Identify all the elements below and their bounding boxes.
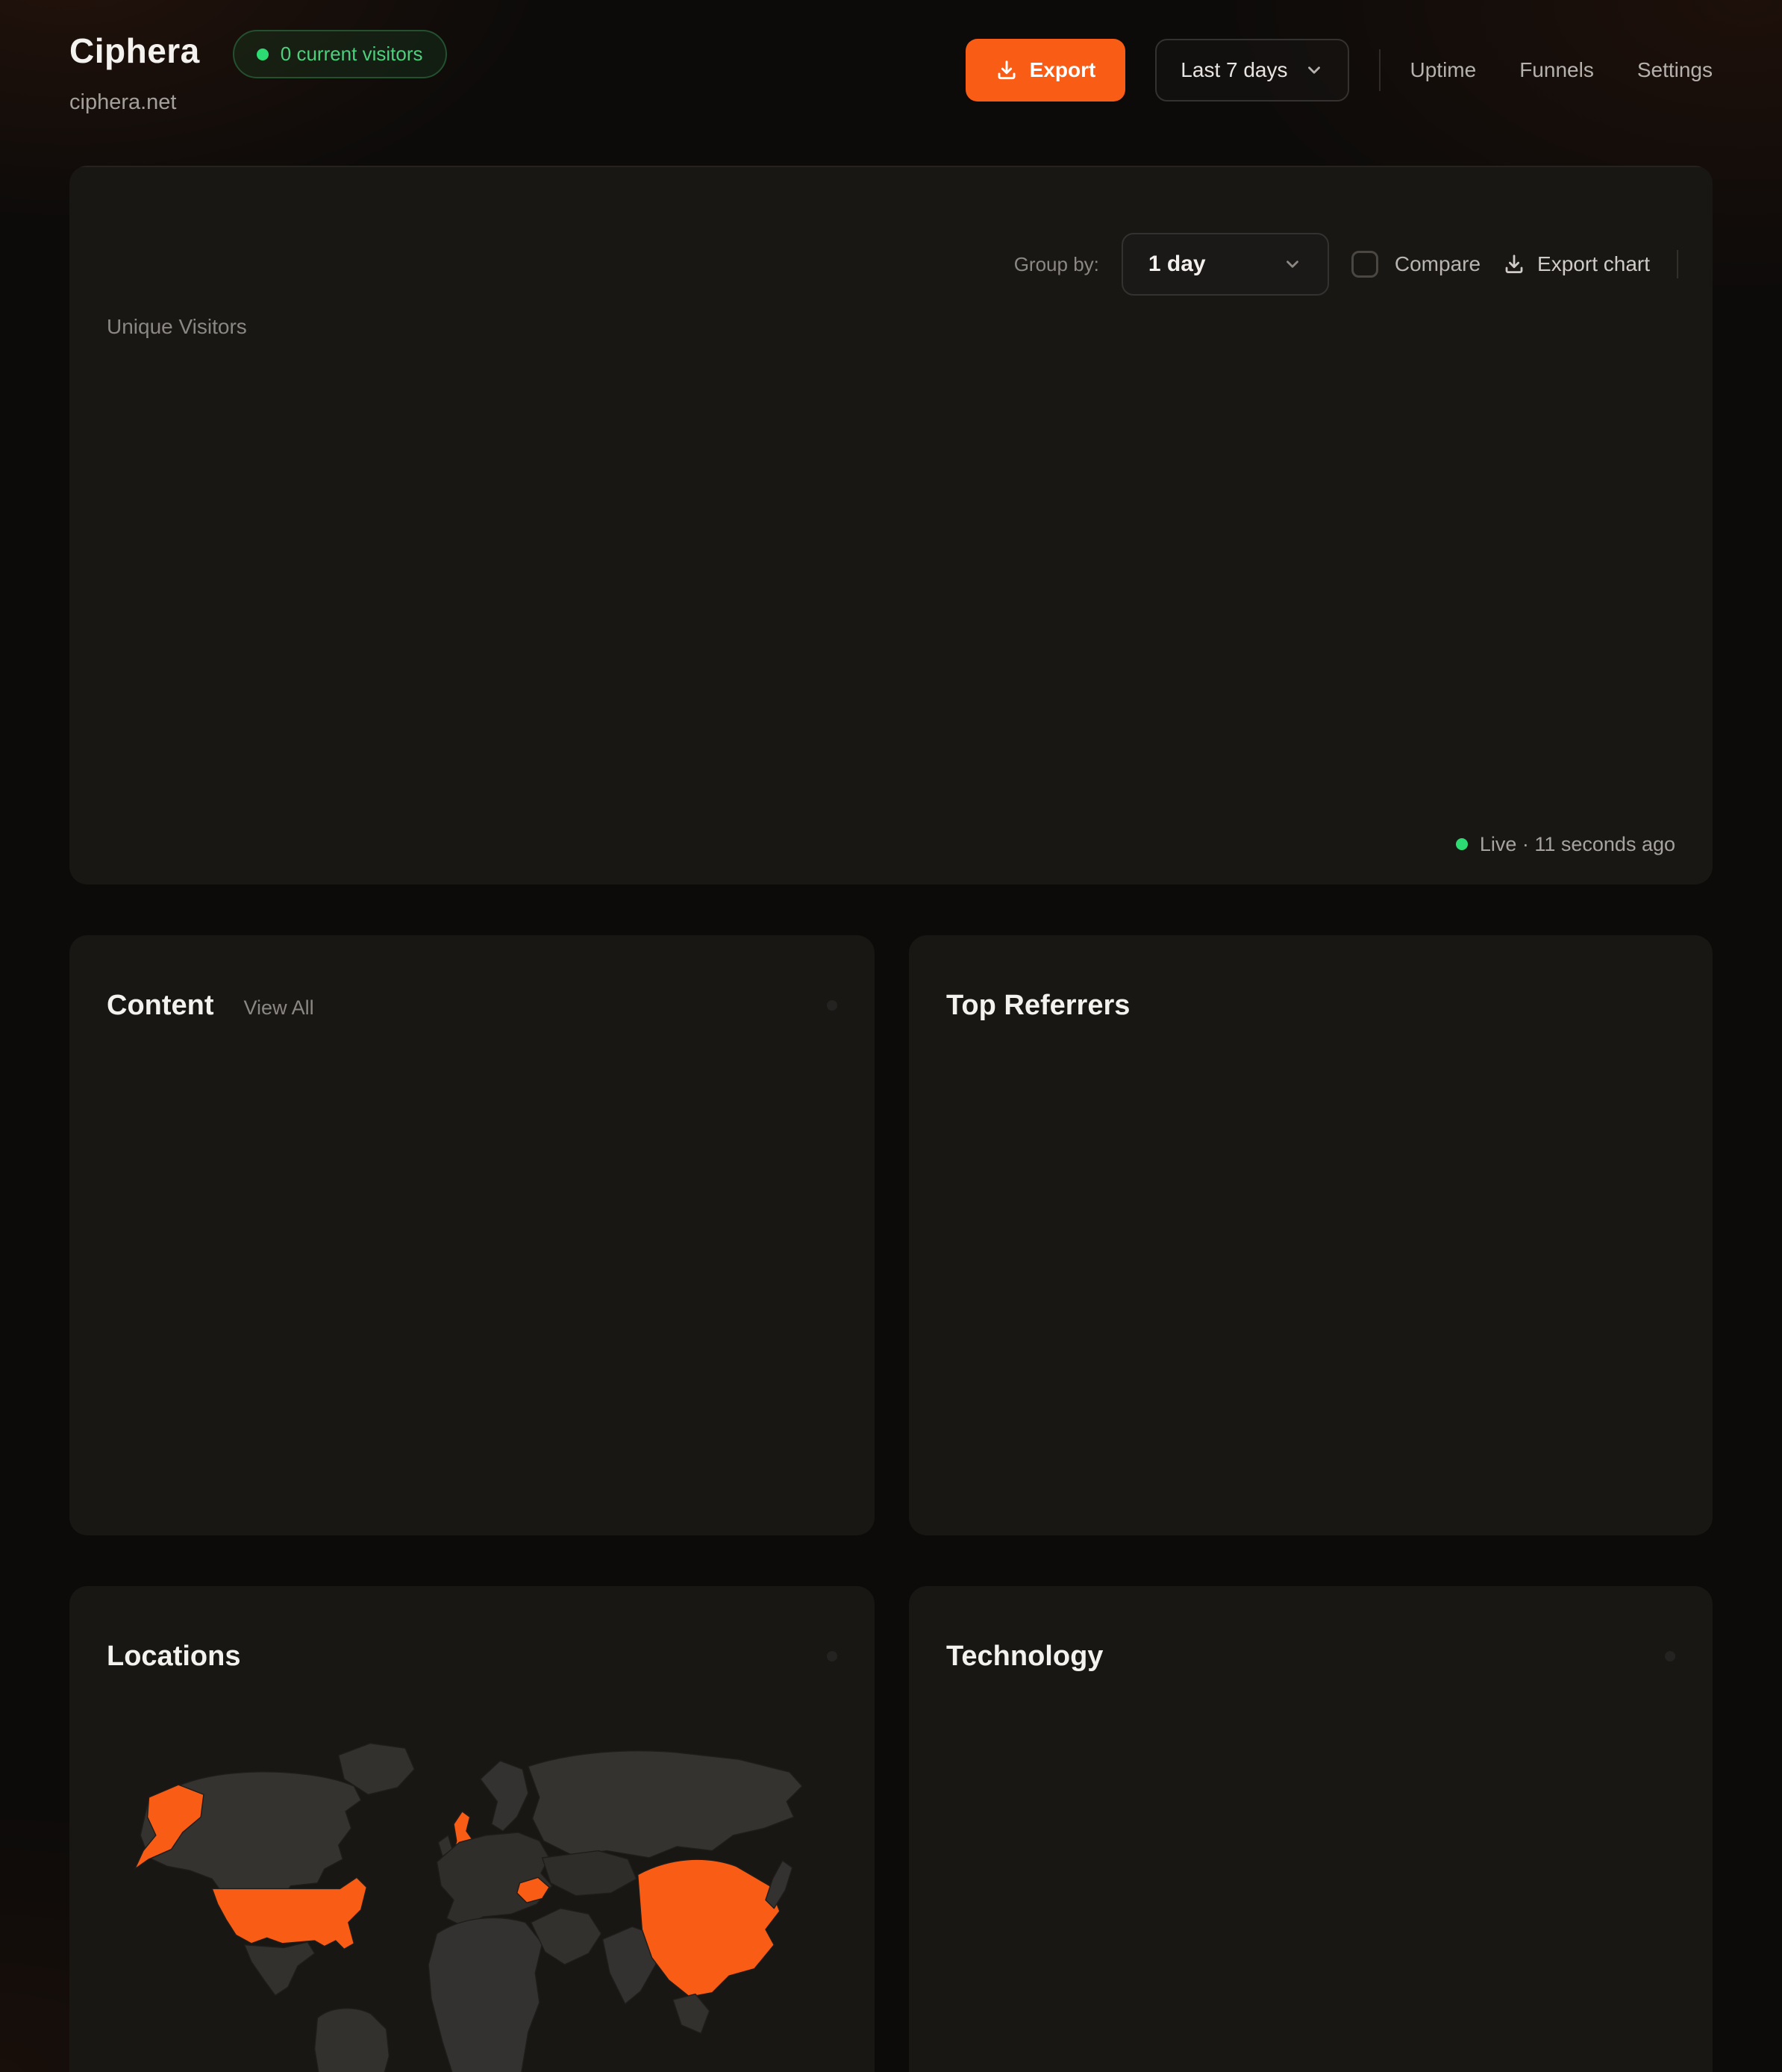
map-middle-east xyxy=(531,1909,601,1965)
current-visitors-badge[interactable]: 0 current visitors xyxy=(233,30,447,78)
download-icon xyxy=(1503,253,1525,275)
unique-visitors-chart[interactable] xyxy=(86,340,1696,818)
map-south-america xyxy=(315,2009,390,2072)
content-panel: Content View All xyxy=(69,935,875,1535)
live-dot-icon xyxy=(257,49,269,60)
world-map-svg[interactable] xyxy=(107,1711,837,2072)
current-visitors-label: 0 current visitors xyxy=(281,43,423,66)
compare-label[interactable]: Compare xyxy=(1395,252,1481,276)
brand-block: Ciphera 0 current visitors ciphera.net xyxy=(69,22,447,115)
content-title: Content xyxy=(107,990,214,1022)
export-chart-label: Export chart xyxy=(1537,252,1650,276)
technology-panel: Technology xyxy=(909,1586,1713,2072)
site-domain: ciphera.net xyxy=(69,90,447,115)
chart-series-title: Unique Visitors xyxy=(107,315,1713,340)
group-by-select[interactable]: 1 day xyxy=(1122,233,1329,296)
locations-title: Locations xyxy=(107,1641,240,1673)
nav-item[interactable]: Funnels xyxy=(1519,58,1594,82)
chevron-down-icon xyxy=(1304,60,1324,80)
nav-item[interactable]: Settings xyxy=(1637,58,1713,82)
chevron-down-icon xyxy=(1283,255,1302,274)
app-title: Ciphera xyxy=(69,31,200,71)
chart-controls: Group by: 1 day Compare Export chart xyxy=(69,233,1713,296)
live-dot-icon xyxy=(1456,838,1468,850)
view-all-link[interactable]: View All xyxy=(244,996,314,1020)
map-russia xyxy=(528,1751,802,1858)
map-africa xyxy=(428,1917,542,2072)
header: Ciphera 0 current visitors ciphera.net E… xyxy=(69,0,1713,142)
live-status: Live · 11 seconds ago xyxy=(69,829,1713,884)
technology-tabs xyxy=(1665,1651,1675,1661)
dashboard-page: Ciphera 0 current visitors ciphera.net E… xyxy=(0,0,1782,2072)
map-scandinavia xyxy=(481,1761,528,1831)
analytics-card: Group by: 1 day Compare Export chart Uni… xyxy=(69,166,1713,884)
date-range-value: Last 7 days xyxy=(1181,58,1287,82)
date-range-select[interactable]: Last 7 days xyxy=(1155,39,1348,102)
locations-tabs xyxy=(827,1651,837,1661)
live-status-text: Live · 11 seconds ago xyxy=(1480,833,1675,856)
content-tabs xyxy=(827,1000,837,1011)
locations-panel: Locations xyxy=(69,1586,875,2072)
header-divider xyxy=(1379,49,1381,91)
stat-tabs xyxy=(69,166,1713,167)
map-central-asia xyxy=(543,1851,637,1896)
header-actions: Export Last 7 days Uptime Funnels Settin… xyxy=(966,39,1713,102)
group-by-label: Group by: xyxy=(1014,253,1099,276)
map-se-asia xyxy=(673,1994,710,2034)
map-japan xyxy=(766,1861,792,1909)
group-by-value: 1 day xyxy=(1148,252,1206,277)
nav-item[interactable]: Uptime xyxy=(1410,58,1477,82)
compare-checkbox[interactable] xyxy=(1351,251,1378,278)
map-mexico xyxy=(245,1942,315,1996)
download-icon xyxy=(995,59,1018,81)
export-chart-button[interactable]: Export chart xyxy=(1503,252,1650,276)
controls-divider xyxy=(1677,250,1678,278)
top-nav: Uptime Funnels Settings xyxy=(1410,58,1713,82)
main-chart[interactable] xyxy=(69,340,1713,822)
map-china[interactable] xyxy=(638,1859,780,1997)
technology-title: Technology xyxy=(946,1641,1103,1673)
export-button[interactable]: Export xyxy=(966,39,1126,102)
referrers-panel: Top Referrers xyxy=(909,935,1713,1535)
referrers-title: Top Referrers xyxy=(946,990,1130,1022)
export-label: Export xyxy=(1030,58,1096,82)
world-map[interactable] xyxy=(107,1711,837,2072)
map-usa[interactable] xyxy=(212,1877,366,1949)
